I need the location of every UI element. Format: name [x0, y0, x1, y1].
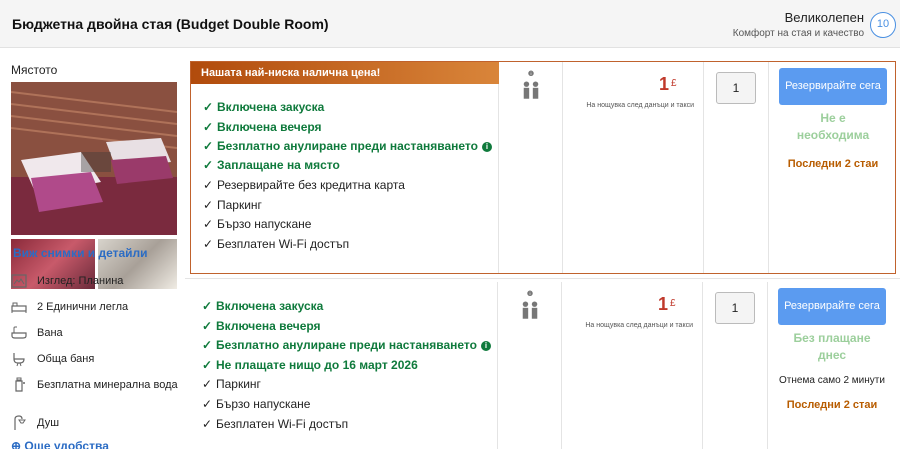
check-icon: ✓ — [202, 338, 213, 352]
condition-dinner: ✓ Включена вечеря — [203, 120, 322, 134]
rating-word: Великолепен — [784, 10, 864, 25]
check-icon: ✓ — [203, 198, 214, 212]
condition-breakfast: ✓ Включена закуска — [203, 100, 325, 114]
info-icon[interactable]: i — [480, 341, 491, 351]
condition-pay-later: ✓ Не плащате нищо до 16 март 2026 — [202, 358, 418, 372]
check-icon: ✓ — [202, 377, 213, 391]
check-icon: ✓ — [203, 100, 214, 114]
condition-free-cancellation: ✓ Безплатно анулиране преди настаняването… — [203, 139, 492, 153]
amenity-label: Безплатна минерална вода — [37, 379, 178, 391]
shared-bathroom-icon — [13, 353, 25, 367]
last-rooms-notice: Последни 2 стаи — [786, 399, 878, 411]
price-note: На нощувка след данъци и такси — [585, 322, 693, 329]
amenity-label: Вана — [37, 327, 63, 339]
room-photo-main[interactable] — [11, 82, 177, 235]
offer-divider — [185, 278, 900, 279]
svg-text:i: i — [530, 71, 531, 76]
occupancy-2-adults-icon[interactable]: i — [521, 68, 541, 104]
mountain-view-icon — [11, 274, 27, 288]
room-header: Бюджетна двойна стая (Budget Double Room… — [0, 0, 900, 48]
prepayment-not-required: Не е необходима — [796, 111, 870, 142]
check-icon: ✓ — [202, 319, 213, 333]
check-icon: ✓ — [202, 358, 213, 372]
price-note: На нощувка след данъци и такси — [586, 102, 694, 109]
condition-breakfast: ✓ Включена закуска — [202, 299, 324, 313]
water-bottle-icon — [15, 377, 25, 392]
rate-option-2: ✓ Включена закуска ✓ Включена вечеря ✓ Безп… — [190, 282, 896, 449]
svg-text:i: i — [529, 291, 530, 296]
room-title: Бюджетна двойна стая (Budget Double Room… — [12, 16, 329, 32]
more-amenities-link[interactable]: ⊕ Още удобства — [11, 439, 109, 449]
condition-express-checkout: ✓ Бързо напускане — [202, 397, 311, 411]
no-payment-today: Без плащане днес — [793, 331, 871, 362]
check-icon: ✓ — [202, 397, 213, 411]
check-icon: ✓ — [203, 217, 214, 231]
amenity-label: Душ — [37, 417, 60, 429]
occupancy-2-adults-icon[interactable]: i — [520, 288, 540, 324]
last-rooms-notice: Последни 2 стаи — [787, 158, 879, 170]
check-icon: ✓ — [202, 417, 213, 431]
plus-circle-icon: ⊕ — [11, 439, 25, 449]
price-amount: 1 £ — [658, 294, 676, 314]
check-icon: ✓ — [203, 178, 214, 192]
condition-pay-at-property: ✓ Заплащане на място — [203, 158, 340, 172]
rooms-quantity-select[interactable]: 1 — [716, 72, 756, 104]
lowest-price-banner: Нашата най-ниска налична цена! — [191, 62, 499, 84]
bathtub-icon — [11, 326, 27, 339]
condition-free-cancellation: ✓ Безплатно анулиране преди настаняването… — [202, 338, 491, 352]
view-photos-link[interactable]: Виж снимки и детайли — [13, 246, 148, 260]
rate-option-1: Нашата най-ниска налична цена! ✓ Включена… — [190, 61, 896, 274]
room-photo-illustration — [11, 82, 177, 235]
check-icon: ✓ — [203, 158, 214, 172]
condition-no-credit-card: ✓ Резервирайте без кредитна карта — [203, 178, 405, 192]
info-icon[interactable]: i — [481, 142, 492, 152]
rating-score-badge: 10 — [870, 12, 896, 38]
amenity-label: Обща баня — [37, 353, 95, 365]
amenity-label: 2 Единични легла — [37, 301, 129, 313]
book-now-button[interactable]: Резервирайте сега — [778, 288, 886, 325]
price-amount: 1 £ — [659, 74, 677, 94]
condition-dinner: ✓ Включена вечеря — [202, 319, 321, 333]
condition-parking: ✓ Паркинг — [202, 377, 261, 391]
place-label: Мястото — [11, 63, 58, 77]
condition-free-wifi: ✓ Безплатен Wi-Fi достъп — [202, 417, 349, 431]
rating-subtitle: Комфорт на стая и качество — [732, 28, 864, 39]
check-icon: ✓ — [203, 139, 214, 153]
book-now-button[interactable]: Резервирайте сега — [779, 68, 887, 105]
single-bed-icon — [11, 302, 27, 313]
condition-parking: ✓ Паркинг — [203, 198, 262, 212]
shower-icon — [14, 415, 26, 430]
room-details-column: Мястото Виж снимки и детайли Изглед: Пла… — [0, 49, 180, 449]
condition-express-checkout: ✓ Бързо напускане — [203, 217, 312, 231]
rooms-quantity-select[interactable]: 1 — [715, 292, 755, 324]
booking-time-note: Отнема само 2 минути — [779, 375, 885, 386]
check-icon: ✓ — [203, 120, 214, 134]
check-icon: ✓ — [203, 237, 214, 251]
condition-free-wifi: ✓ Безплатен Wi-Fi достъп — [203, 237, 350, 251]
check-icon: ✓ — [202, 299, 213, 313]
more-amenities-label: Още удобства — [24, 439, 109, 449]
amenity-label: Изглед: Планина — [37, 275, 124, 287]
